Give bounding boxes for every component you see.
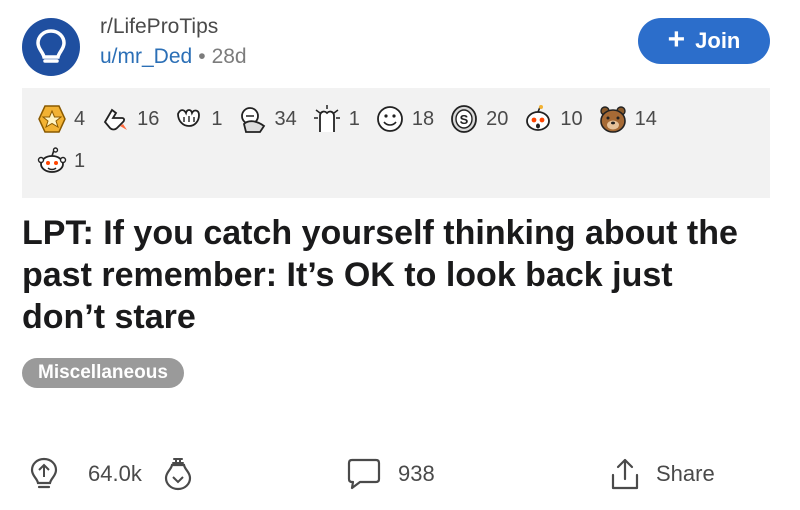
bear-icon	[597, 103, 629, 135]
award-count: 20	[486, 107, 509, 130]
award-item[interactable]: 1	[311, 103, 360, 135]
award-item[interactable]: 14	[597, 103, 657, 135]
awards-row-1: 4 16 1 34 1 18 S 20 10 14	[36, 98, 756, 140]
upvote-button[interactable]: 64.0k	[30, 446, 192, 502]
award-item[interactable]: 34	[237, 103, 297, 135]
subreddit-avatar[interactable]	[22, 18, 80, 76]
clapping-hands-icon	[173, 103, 205, 135]
post-flair[interactable]: Miscellaneous	[22, 358, 184, 388]
post-meta: u/mr_Ded • 28d	[100, 42, 247, 72]
award-item[interactable]: 16	[99, 103, 159, 135]
author-username[interactable]: u/mr_Ded	[100, 45, 192, 68]
svg-text:S: S	[460, 112, 469, 127]
plus-icon: +	[667, 22, 686, 56]
wholesome-hug-icon	[237, 103, 269, 135]
award-count: 16	[137, 107, 160, 130]
award-item[interactable]: 1	[173, 103, 223, 135]
star-medal-icon	[36, 103, 68, 135]
bravo-icon	[311, 103, 343, 135]
meta-separator: •	[198, 45, 206, 68]
awards-panel[interactable]: 4 16 1 34 1 18 S 20 10 14 1	[22, 88, 770, 198]
subreddit-name[interactable]: r/LifeProTips	[100, 14, 247, 40]
post-age: 28d	[211, 45, 247, 68]
award-item[interactable]: 18	[374, 103, 434, 135]
face-icon	[374, 103, 406, 135]
lightbulb-upvote-icon	[30, 457, 58, 489]
award-count: 34	[274, 107, 297, 130]
post-header: r/LifeProTips u/mr_Ded • 28d + Join	[22, 14, 778, 76]
awards-row-2: 1	[36, 140, 756, 182]
join-label: Join	[695, 28, 741, 53]
rocket-like-icon	[99, 103, 131, 135]
award-count: 1	[74, 149, 86, 172]
award-count: 1	[348, 107, 360, 130]
lightbulb-downvote-icon[interactable]	[164, 457, 192, 491]
comment-bubble-icon	[347, 458, 381, 490]
share-icon	[611, 458, 639, 490]
silver-coin-icon: S	[448, 103, 480, 135]
join-button[interactable]: + Join	[638, 18, 770, 64]
award-count: 10	[560, 107, 583, 130]
award-count: 18	[411, 107, 435, 130]
comments-button[interactable]: 938	[346, 446, 435, 502]
award-count: 4	[74, 107, 86, 130]
award-item[interactable]: 1	[36, 145, 85, 177]
award-item[interactable]: S 20	[448, 103, 508, 135]
award-item[interactable]: 4	[36, 103, 85, 135]
subreddit-info: r/LifeProTips u/mr_Ded • 28d	[100, 14, 247, 72]
lightbulb-icon	[36, 29, 66, 63]
upvote-count: 64.0k	[88, 461, 142, 486]
post-action-bar: 64.0k 938 Share	[22, 446, 778, 502]
award-item[interactable]: 10	[522, 103, 583, 135]
snoo-surprised-icon	[522, 103, 554, 135]
share-button[interactable]: Share	[610, 446, 715, 502]
snoo-icon	[36, 145, 68, 177]
share-label: Share	[656, 461, 715, 486]
award-count: 14	[634, 107, 657, 130]
comment-count: 938	[398, 461, 435, 486]
post-title[interactable]: LPT: If you catch yourself thinking abou…	[22, 212, 762, 338]
award-count: 1	[211, 107, 223, 130]
